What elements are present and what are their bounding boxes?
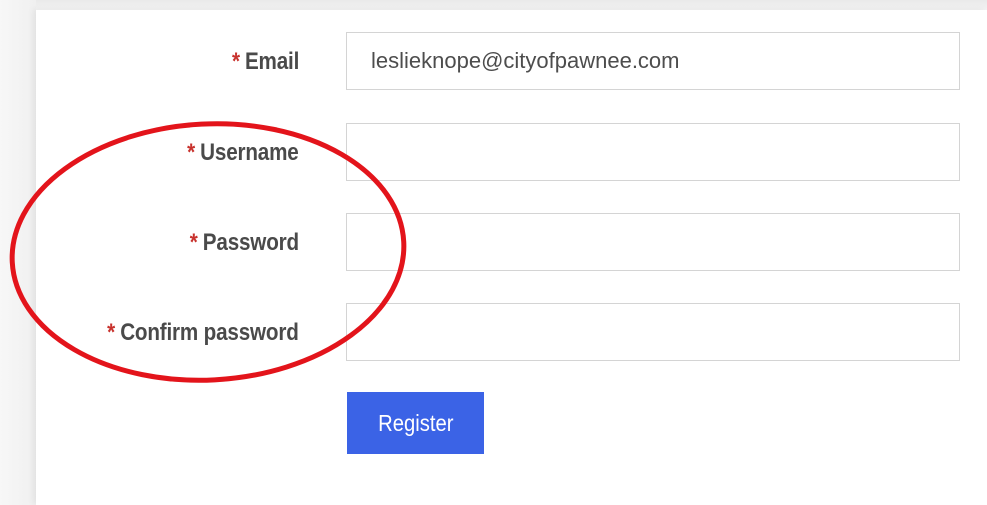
username-label: * Username xyxy=(187,139,300,166)
top-shadow xyxy=(0,0,987,10)
password-row: * Password xyxy=(0,213,987,273)
required-mark: * xyxy=(231,48,240,75)
required-mark: * xyxy=(187,139,196,166)
username-field[interactable] xyxy=(346,123,960,181)
password-field[interactable] xyxy=(346,213,960,271)
username-row: * Username xyxy=(0,123,987,183)
confirm-password-label: * Confirm password xyxy=(107,319,300,346)
email-row: * Email xyxy=(0,32,987,92)
password-label: * Password xyxy=(189,229,299,256)
register-button[interactable]: Register xyxy=(347,392,484,454)
email-field[interactable] xyxy=(346,32,960,90)
confirm-password-row: * Confirm password xyxy=(0,303,987,363)
confirm-password-field[interactable] xyxy=(346,303,960,361)
required-mark: * xyxy=(189,229,198,256)
email-label: * Email xyxy=(231,48,299,75)
required-mark: * xyxy=(107,319,116,346)
